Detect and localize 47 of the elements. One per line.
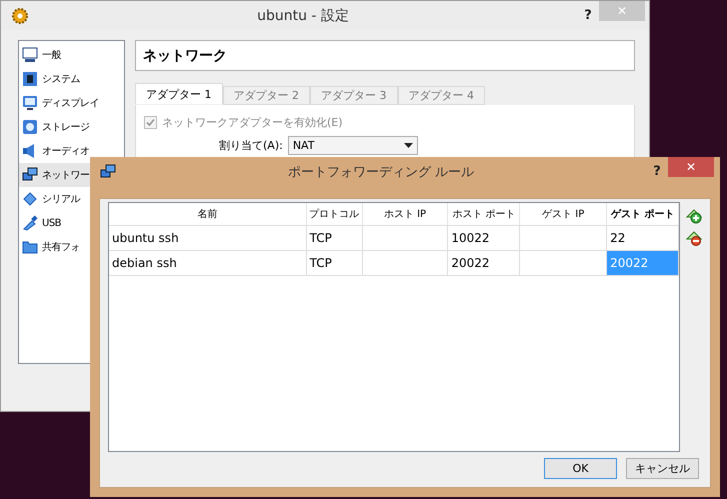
tab[interactable]: アダプター 4 <box>398 86 485 105</box>
tab[interactable]: アダプター 3 <box>310 86 398 105</box>
close-button[interactable]: ✕ <box>668 157 714 177</box>
section-title: ネットワーク <box>135 40 635 71</box>
column-header[interactable]: ゲスト IP <box>520 203 608 225</box>
add-icon[interactable] <box>686 208 702 224</box>
tab[interactable]: アダプター 1 <box>135 83 222 104</box>
dialog-button[interactable]: OK <box>544 458 617 479</box>
network-icon <box>100 164 116 180</box>
usb-plug-icon <box>22 215 38 231</box>
remove-icon[interactable] <box>686 230 702 246</box>
gear-icon <box>11 6 29 24</box>
dialog-title: ポートフォワーディング ルール <box>286 164 476 180</box>
table-cell[interactable]: 20022 <box>448 250 520 276</box>
column-header[interactable]: ホスト IP <box>362 203 448 225</box>
dialog-button[interactable]: キャンセル <box>626 458 699 479</box>
tab[interactable]: アダプター 2 <box>222 86 310 105</box>
attached-to-dropdown[interactable]: NAT <box>288 136 418 155</box>
table-cell[interactable]: ubuntu ssh <box>109 225 307 251</box>
help-button[interactable]: ? <box>577 8 599 23</box>
column-header[interactable]: ホスト ポート <box>448 203 520 225</box>
network-icon <box>22 167 38 183</box>
attached-to-label: 割り当て(A): <box>219 138 283 153</box>
table-cell[interactable] <box>520 225 608 251</box>
window-title: ubuntu - 設定 <box>256 6 350 24</box>
column-header[interactable]: プロトコル <box>306 203 363 225</box>
table-cell[interactable]: 10022 <box>448 225 520 251</box>
table-cell[interactable]: TCP <box>306 225 363 251</box>
folder-icon <box>22 239 38 255</box>
sidebar-item[interactable]: ストレージ <box>19 115 124 139</box>
caret-icon <box>404 143 413 148</box>
table-cell[interactable] <box>362 225 448 251</box>
sidebar-item[interactable]: システム <box>19 67 124 91</box>
column-header[interactable]: ゲスト ポート <box>607 203 679 225</box>
serial-port-icon <box>22 191 38 207</box>
table-cell[interactable]: debian ssh <box>109 250 307 276</box>
monitor-icon <box>22 47 38 63</box>
column-header[interactable]: 名前 <box>109 203 307 225</box>
sidebar-item[interactable]: 一般 <box>19 43 124 67</box>
help-button[interactable]: ? <box>646 164 668 179</box>
table-cell[interactable] <box>362 250 448 276</box>
sidebar-item[interactable]: オーディオ <box>19 139 124 163</box>
checkbox-label: ネットワークアダプターを有効化(E) <box>162 115 343 130</box>
sidebar-item[interactable]: ディスプレイ <box>19 91 124 115</box>
display-icon <box>22 95 38 111</box>
chip-icon <box>22 71 38 87</box>
table-cell[interactable]: TCP <box>306 250 363 276</box>
